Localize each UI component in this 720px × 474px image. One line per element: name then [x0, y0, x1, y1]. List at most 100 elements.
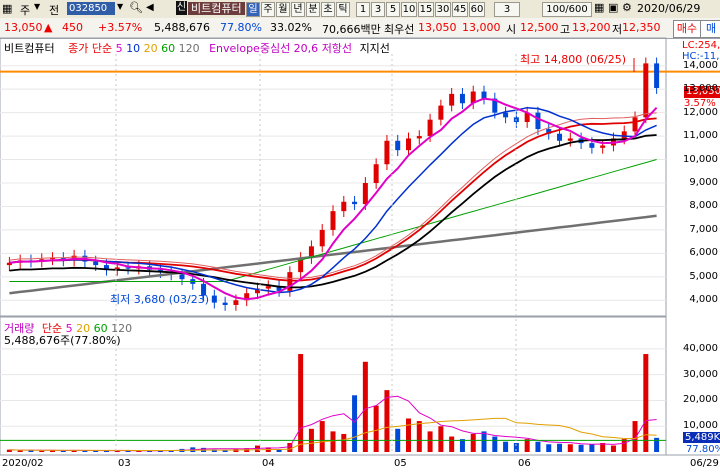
candle-body: [233, 300, 239, 305]
candle-body: [427, 119, 433, 137]
date-tick-label: 04: [262, 458, 275, 469]
volume-bar: [546, 444, 552, 452]
volume-bar: [427, 431, 433, 452]
volume-bar: [362, 361, 368, 452]
volume-bar: [39, 450, 45, 452]
price-tick-label: 10,000: [683, 153, 718, 165]
low-annotation: 최저 3,680 (03/23): [110, 293, 210, 306]
volume-bar: [589, 444, 595, 452]
volume-bar: [492, 436, 498, 452]
candle-body: [557, 133, 563, 141]
candle-body: [416, 136, 422, 139]
candle-body: [589, 143, 595, 148]
legend-envelope: Envelope중심선 20,6: [209, 42, 319, 55]
candle-body: [373, 164, 379, 183]
volume-bar: [524, 439, 530, 452]
volume-bar: [276, 449, 282, 452]
candle-body: [93, 261, 99, 266]
legend-ma120: 120: [178, 42, 200, 55]
candle-body: [352, 201, 358, 205]
volume-bar: [621, 439, 627, 452]
volume-bar: [610, 445, 616, 452]
legend-ma60: 60: [161, 42, 176, 55]
volume-bar: [470, 433, 476, 452]
candle-body: [384, 140, 390, 165]
volume-bar: [406, 418, 412, 452]
legend-ma20: 20: [143, 42, 158, 55]
date-tick-label: 03: [118, 458, 131, 469]
candle-body: [179, 274, 185, 280]
volume-tick-label: 10,000: [683, 420, 718, 432]
candle-body: [459, 93, 465, 104]
price-tick-label: 4,000: [689, 294, 718, 306]
volume-bar: [298, 354, 304, 452]
volume-tick-label: 20,000: [683, 394, 718, 406]
legend-ma5: 5: [115, 42, 123, 55]
high-annotation: 최고 14,800 (06/25): [520, 53, 627, 66]
candle-body: [621, 131, 627, 139]
price-tick-label: 5,000: [689, 270, 718, 282]
volume-bar: [373, 405, 379, 452]
candle-body: [319, 229, 325, 247]
volume-bar: [352, 395, 358, 452]
candle-body: [211, 295, 217, 303]
volume-tick-label: 30,000: [683, 368, 718, 380]
candle-body: [330, 211, 336, 230]
legend-ma10: 10: [126, 42, 141, 55]
price-chart[interactable]: [0, 0, 720, 474]
lc-label: LC:254,: [682, 40, 720, 51]
volume-bar: [578, 444, 584, 452]
date-tick-label: 05: [394, 458, 407, 469]
candle-body: [406, 138, 412, 151]
volume-bar: [643, 354, 649, 452]
volume-bar: [567, 444, 573, 452]
price-legend: 비트컴퓨터 종가 단순 5 10 20 60 120 Envelope중심선 2…: [4, 40, 390, 56]
current-volume-marker: 5,489K: [683, 432, 720, 443]
volume-bar: [17, 450, 23, 452]
volume-bar: [481, 431, 487, 452]
candle-body: [535, 112, 541, 130]
volume-bar: [319, 421, 325, 452]
candle-body: [449, 93, 455, 106]
date-tick-label: 06/29: [690, 458, 719, 469]
candle-body: [265, 286, 271, 289]
legend-ma-label: 종가 단순: [68, 42, 113, 55]
volume-bar: [60, 450, 66, 452]
volume-bar: [330, 431, 336, 452]
candle-body: [600, 145, 606, 148]
volume-bar: [416, 421, 422, 452]
legend-stock-name: 비트컴퓨터: [4, 42, 55, 55]
volume-bar: [449, 436, 455, 452]
price-tick-label: 9,000: [689, 177, 718, 188]
volume-value-label: 5,488,676주(77.80%): [4, 334, 121, 347]
price-tick-label: 14,000: [683, 59, 718, 71]
price-tick-label: 12,000: [683, 106, 718, 118]
legend-support: 지지선: [359, 42, 390, 55]
candle-body: [362, 183, 368, 205]
date-tick-label: 06: [518, 458, 531, 469]
price-tick-label: 8,000: [689, 200, 718, 212]
date-tick-label: 2020/02: [2, 458, 44, 469]
price-tick-label: 11,000: [683, 130, 718, 142]
candle-body: [222, 302, 228, 305]
volume-bar: [557, 443, 563, 452]
volume-bar: [535, 441, 541, 452]
candle-body: [395, 140, 401, 151]
volume-bar: [503, 441, 509, 452]
candle-body: [503, 112, 509, 118]
price-tick-label: 13,000: [683, 83, 718, 95]
price-tick-label: 7,000: [689, 223, 718, 235]
candle-body: [643, 63, 649, 118]
volume-bar: [341, 433, 347, 452]
volume-bar: [438, 426, 444, 452]
volume-tick-label: 40,000: [683, 342, 718, 354]
candle-body: [567, 138, 573, 141]
candle-body: [654, 63, 660, 89]
volume-bar: [459, 439, 465, 452]
candle-body: [632, 117, 638, 132]
volume-bar: [384, 390, 390, 452]
candle-body: [481, 91, 487, 99]
current-volume-pct: 77.80%: [686, 444, 720, 455]
candle-body: [438, 105, 444, 120]
candle-body: [341, 201, 347, 212]
